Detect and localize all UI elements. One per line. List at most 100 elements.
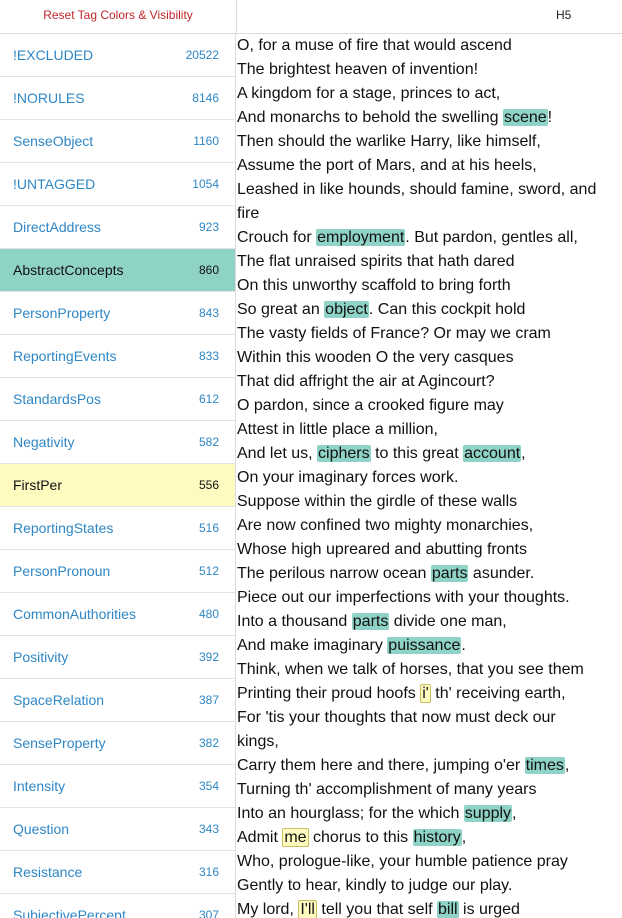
tag-count: 516 <box>198 521 219 535</box>
abstract-concept-highlight[interactable]: object <box>324 301 369 318</box>
text-segment: The vasty fields of France? Or may we cr… <box>237 325 551 342</box>
toolbar: Reset Tag Colors & Visibility H5 <box>0 0 622 34</box>
text-line: The perilous narrow ocean parts asunder. <box>237 562 617 586</box>
abstract-concept-highlight[interactable]: employment <box>316 229 406 246</box>
abstract-concept-highlight[interactable]: parts <box>351 613 390 630</box>
abstract-concept-highlight[interactable]: scene <box>502 109 548 126</box>
text-segment: , <box>512 805 517 822</box>
reset-tag-colors-button[interactable]: Reset Tag Colors & Visibility <box>0 0 236 33</box>
abstract-concept-highlight[interactable]: parts <box>430 565 469 582</box>
tag-item-commonauthorities[interactable]: CommonAuthorities 480 <box>0 593 235 636</box>
text-segment: And let us, <box>237 445 318 462</box>
tag-item-excluded[interactable]: !EXCLUDED 20522 <box>0 34 235 77</box>
tag-item-directaddress[interactable]: DirectAddress 923 <box>0 206 235 249</box>
text-line: And monarchs to behold the swelling scen… <box>237 106 617 130</box>
text-segment: Then should the warlike Harry, like hims… <box>237 133 541 150</box>
text-line: Leashed in like hounds, should famine, s… <box>237 178 617 202</box>
tag-name: SubjectivePercept <box>13 907 126 918</box>
tag-item-question[interactable]: Question 343 <box>0 808 235 851</box>
tag-item-intensity[interactable]: Intensity 354 <box>0 765 235 808</box>
first-person-highlight[interactable]: i' <box>420 684 431 703</box>
text-segment: ! <box>547 109 553 126</box>
text-segment: . But pardon, gentles all, <box>405 229 578 246</box>
tag-count: 354 <box>198 779 219 793</box>
tag-name: SenseObject <box>13 133 94 149</box>
text-line: My lord, I'll tell you that self bill is… <box>237 898 617 918</box>
tag-name: Intensity <box>13 778 66 794</box>
tag-item-senseproperty[interactable]: SenseProperty 382 <box>0 722 235 765</box>
tag-item-senseobject[interactable]: SenseObject 1160 <box>0 120 235 163</box>
tag-item-reportingevents[interactable]: ReportingEvents 833 <box>0 335 235 378</box>
tag-name: Negativity <box>13 434 75 450</box>
text-line: The flat unraised spirits that hath dare… <box>237 250 617 274</box>
text-line: O pardon, since a crooked figure may <box>237 394 617 418</box>
abstract-concept-highlight[interactable]: bill <box>437 901 459 918</box>
tag-name: SpaceRelation <box>13 692 105 708</box>
tag-name: !EXCLUDED <box>13 47 94 63</box>
text-line: fire <box>237 202 617 226</box>
tag-count: 307 <box>198 908 219 918</box>
first-person-highlight[interactable]: me <box>282 828 309 847</box>
tag-item-standardspos[interactable]: StandardsPos 612 <box>0 378 235 421</box>
text-segment: Attest in little place a million, <box>237 421 438 438</box>
tag-item-firstper[interactable]: FirstPer 556 <box>0 464 235 507</box>
tag-item-personproperty[interactable]: PersonProperty 843 <box>0 292 235 335</box>
text-segment: Who, prologue-like, your humble patience… <box>237 853 568 870</box>
tag-count: 20522 <box>185 48 219 62</box>
text-line: Gently to hear, kindly to judge our play… <box>237 874 617 898</box>
tag-count: 860 <box>198 263 219 277</box>
text-line: Admit me chorus to this history, <box>237 826 617 850</box>
tag-count: 512 <box>198 564 219 578</box>
text-line: A kingdom for a stage, princes to act, <box>237 82 617 106</box>
text-segment: For 'tis your thoughts that now must dec… <box>237 709 556 726</box>
text-segment: On your imaginary forces work. <box>237 469 459 486</box>
abstract-concept-highlight[interactable]: puissance <box>387 637 462 654</box>
tag-name: !UNTAGGED <box>13 176 96 192</box>
tag-item-spacerelation[interactable]: SpaceRelation 387 <box>0 679 235 722</box>
abstract-concept-highlight[interactable]: supply <box>463 805 513 822</box>
tag-item-negativity[interactable]: Negativity 582 <box>0 421 235 464</box>
text-line: That did affright the air at Agincourt? <box>237 370 617 394</box>
abstract-concept-highlight[interactable]: account <box>463 445 522 462</box>
tag-sidebar: !EXCLUDED 20522 !NORULES 8146 SenseObject 116… <box>0 34 236 918</box>
text-segment: My lord, <box>237 901 299 918</box>
text-line: And let us, ciphers to this great accoun… <box>237 442 617 466</box>
tag-name: FirstPer <box>13 477 62 493</box>
tag-item-norules[interactable]: !NORULES 8146 <box>0 77 235 120</box>
text-segment: Gently to hear, kindly to judge our play… <box>237 877 513 894</box>
text-segment: The perilous narrow ocean <box>237 565 431 582</box>
text-line: On this unworthy scaffold to bring forth <box>237 274 617 298</box>
tag-item-positivity[interactable]: Positivity 392 <box>0 636 235 679</box>
text-line: Printing their proud hoofs i' th' receiv… <box>237 682 617 706</box>
tag-name: Positivity <box>13 649 69 665</box>
text-segment: O pardon, since a crooked figure may <box>237 397 504 414</box>
tag-name: DirectAddress <box>13 219 101 235</box>
tag-count: 480 <box>198 607 219 621</box>
tag-name: Resistance <box>13 864 83 880</box>
text-segment: fire <box>237 205 260 222</box>
text-segment: Admit <box>237 829 283 846</box>
text-segment: Carry them here and there, jumping o'er <box>237 757 525 774</box>
text-line: On your imaginary forces work. <box>237 466 617 490</box>
tag-count: 8146 <box>192 91 219 105</box>
tag-name: ReportingStates <box>13 520 114 536</box>
text-segment: Suppose within the girdle of these walls <box>237 493 518 510</box>
tag-item-subjectivepercept[interactable]: SubjectivePercept 307 <box>0 894 235 918</box>
abstract-concept-highlight[interactable]: ciphers <box>317 445 371 462</box>
text-line: Turning th' accomplishment of many years <box>237 778 617 802</box>
text-segment: chorus to this <box>308 829 413 846</box>
tag-item-reportingstates[interactable]: ReportingStates 516 <box>0 507 235 550</box>
first-person-highlight[interactable]: I'll <box>298 900 317 918</box>
tag-name: !NORULES <box>13 90 85 106</box>
abstract-concept-highlight[interactable]: times <box>524 757 565 774</box>
tag-item-personpronoun[interactable]: PersonPronoun 512 <box>0 550 235 593</box>
tag-item-untagged[interactable]: !UNTAGGED 1054 <box>0 163 235 206</box>
tag-item-resistance[interactable]: Resistance 316 <box>0 851 235 894</box>
text-line: For 'tis your thoughts that now must dec… <box>237 706 617 730</box>
text-segment: tell you that self <box>316 901 438 918</box>
abstract-concept-highlight[interactable]: history <box>412 829 462 846</box>
toolbar-divider <box>236 0 237 33</box>
text-line: Carry them here and there, jumping o'er … <box>237 754 617 778</box>
heading-label: H5 <box>556 8 572 22</box>
tag-item-abstractconcepts[interactable]: AbstractConcepts 860 <box>0 249 235 292</box>
